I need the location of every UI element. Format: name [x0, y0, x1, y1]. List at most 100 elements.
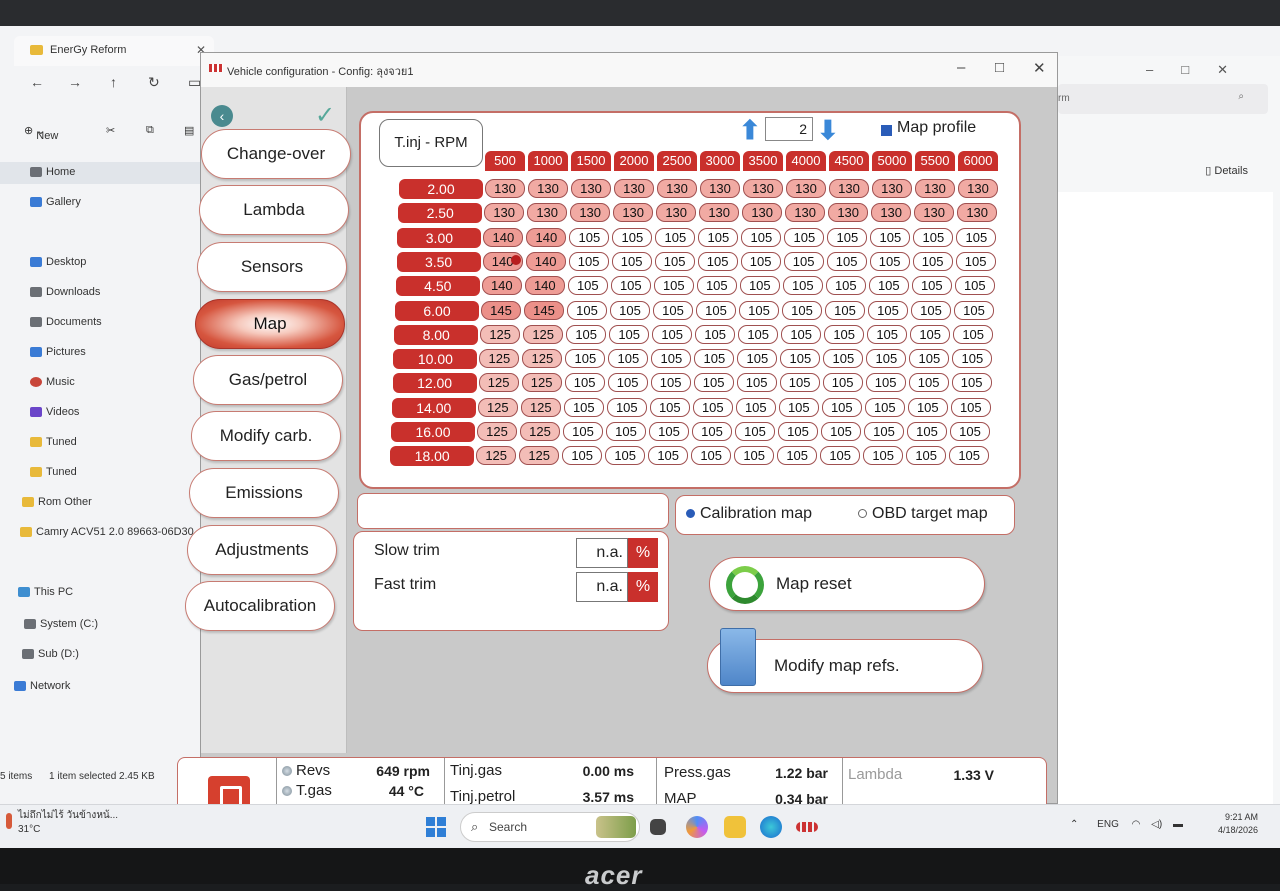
sidebar-item-system-c[interactable]: System (C:): [0, 614, 200, 636]
map-cell[interactable]: 105: [567, 300, 607, 320]
map-cell[interactable]: 140: [526, 227, 567, 247]
map-cell[interactable]: 105: [780, 349, 821, 369]
map-cell[interactable]: 105: [734, 446, 775, 466]
map-cell[interactable]: 105: [564, 373, 605, 393]
map-cell[interactable]: 125: [522, 349, 563, 369]
edge-browser-icon[interactable]: [760, 816, 782, 838]
up-arrow-icon[interactable]: ↑: [110, 74, 117, 90]
map-cell[interactable]: 105: [782, 300, 822, 320]
map-cell[interactable]: 105: [824, 324, 865, 344]
menu-gas-petrol-button[interactable]: Gas/petrol: [193, 355, 343, 405]
map-cell[interactable]: 105: [906, 446, 947, 466]
map-cell[interactable]: 105: [784, 227, 825, 247]
map-cell[interactable]: 105: [694, 349, 735, 369]
map-cell[interactable]: 105: [911, 276, 952, 296]
map-cell[interactable]: 105: [650, 373, 691, 393]
map-cell[interactable]: 105: [653, 300, 693, 320]
map-cell[interactable]: 105: [735, 422, 775, 441]
new-button[interactable]: ⊕ New ⌄: [24, 124, 58, 142]
map-cell[interactable]: 105: [610, 300, 650, 320]
map-cell[interactable]: 125: [519, 446, 560, 466]
map-cell[interactable]: 130: [571, 179, 611, 198]
map-cell[interactable]: 105: [651, 349, 692, 369]
sidebar-item-music[interactable]: Music: [0, 372, 200, 394]
minimize-icon[interactable]: –: [957, 59, 965, 76]
map-cell[interactable]: 105: [738, 324, 779, 344]
arrow-up-icon[interactable]: ⬆: [739, 115, 761, 146]
task-view-icon[interactable]: [650, 819, 666, 835]
map-cell[interactable]: 105: [821, 397, 862, 417]
map-cell[interactable]: 105: [649, 397, 690, 417]
map-cell[interactable]: 130: [743, 179, 783, 198]
map-cell[interactable]: 105: [696, 300, 736, 320]
map-cell[interactable]: 130: [528, 179, 568, 198]
file-explorer-icon[interactable]: [724, 816, 746, 838]
wifi-icon[interactable]: ◠: [1132, 819, 1141, 830]
menu-adjustments-button[interactable]: Adjustments: [187, 525, 337, 575]
map-cell[interactable]: 145: [481, 300, 521, 320]
map-cell[interactable]: 105: [693, 373, 734, 393]
map-cell[interactable]: 105: [956, 227, 997, 247]
map-cell[interactable]: 105: [782, 276, 823, 296]
map-cell[interactable]: 105: [908, 373, 949, 393]
map-cell[interactable]: 130: [785, 203, 826, 223]
refresh-icon[interactable]: ↻: [148, 74, 160, 91]
map-cell[interactable]: 105: [907, 422, 947, 441]
map-cell[interactable]: 130: [613, 203, 654, 223]
cut-icon[interactable]: ✂: [106, 124, 115, 137]
map-cell[interactable]: 125: [477, 422, 517, 441]
map-cell[interactable]: 140: [525, 251, 566, 271]
map-cell[interactable]: 105: [907, 397, 948, 417]
map-cell[interactable]: 105: [736, 373, 777, 393]
map-cell[interactable]: 130: [700, 179, 740, 198]
map-cell[interactable]: 125: [480, 324, 521, 344]
map-cell[interactable]: 105: [695, 324, 736, 344]
map-cell[interactable]: 140: [524, 276, 565, 296]
map-cell[interactable]: 105: [741, 227, 782, 247]
arrow-down-icon[interactable]: ⬇: [817, 115, 839, 146]
map-cell[interactable]: 105: [867, 324, 908, 344]
map-cell[interactable]: 130: [786, 179, 826, 198]
map-cell[interactable]: 105: [954, 276, 995, 296]
map-cell[interactable]: 105: [611, 251, 652, 271]
menu-sensors-button[interactable]: Sensors: [197, 242, 347, 292]
map-cell[interactable]: 105: [869, 251, 910, 271]
map-cell[interactable]: 130: [828, 203, 869, 223]
map-cell[interactable]: 105: [652, 324, 693, 344]
map-cell[interactable]: 130: [484, 203, 525, 223]
map-cell[interactable]: 145: [524, 300, 564, 320]
map-cell[interactable]: 105: [950, 422, 990, 441]
modify-map-refs-button[interactable]: Modify map refs.: [707, 628, 983, 693]
back-arrow-icon[interactable]: ←: [30, 74, 44, 90]
paste-icon[interactable]: ▤: [184, 124, 194, 137]
map-cell[interactable]: 105: [822, 373, 863, 393]
map-cell[interactable]: 130: [829, 179, 869, 198]
map-cell[interactable]: 105: [692, 397, 733, 417]
map-cell[interactable]: 125: [523, 324, 564, 344]
map-cell[interactable]: 105: [825, 300, 865, 320]
map-cell[interactable]: 105: [955, 251, 996, 271]
sidebar-item-downloads[interactable]: Downloads: [0, 282, 200, 304]
map-cell[interactable]: 125: [520, 397, 561, 417]
map-cell[interactable]: 105: [870, 227, 911, 247]
map-cell[interactable]: 125: [521, 373, 562, 393]
map-cell[interactable]: 125: [476, 446, 517, 466]
map-cell[interactable]: 105: [827, 227, 868, 247]
map-cell[interactable]: 105: [826, 251, 867, 271]
sidebar-item-tuned[interactable]: Tuned: [0, 432, 200, 454]
window-controls[interactable]: –□✕: [1146, 62, 1256, 78]
search-icon[interactable]: ⌕: [1238, 91, 1244, 102]
copilot-icon[interactable]: [686, 816, 708, 838]
map-cell[interactable]: 105: [605, 446, 646, 466]
clock[interactable]: 9:21 AM 4/18/2026: [1204, 811, 1258, 837]
map-cell[interactable]: 105: [698, 227, 739, 247]
map-cell[interactable]: 105: [952, 349, 993, 369]
map-reset-button[interactable]: Map reset: [709, 557, 985, 611]
map-cell[interactable]: 105: [649, 422, 689, 441]
map-cell[interactable]: 105: [648, 446, 689, 466]
map-cell[interactable]: 105: [740, 251, 781, 271]
sidebar-item-videos[interactable]: Videos: [0, 402, 200, 424]
map-cell[interactable]: 130: [656, 203, 697, 223]
map-cell[interactable]: 105: [565, 349, 606, 369]
energy-reform-app-icon[interactable]: [796, 822, 818, 832]
